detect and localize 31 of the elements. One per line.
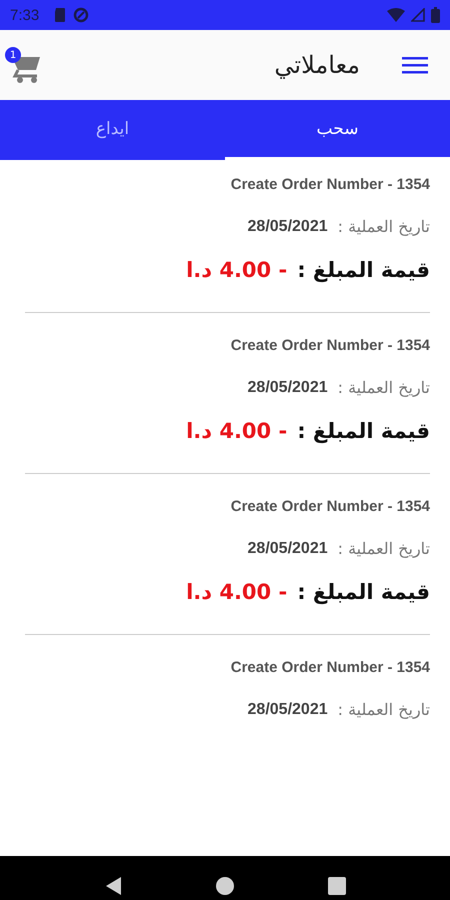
tab[interactable]: ايداع: [0, 100, 225, 160]
amount-value: - 4.00 د.ا: [186, 419, 288, 443]
cart-count-badge: 1: [5, 47, 21, 63]
date-label: تاريخ العملية :: [338, 378, 430, 397]
sd-card-icon: [53, 7, 68, 23]
date-value: 28/05/2021: [248, 540, 328, 558]
date-value: 28/05/2021: [248, 700, 328, 718]
battery-icon: [431, 7, 440, 23]
amount-label: قيمة المبلغ :: [297, 419, 430, 443]
home-icon[interactable]: [214, 875, 236, 897]
amount-label: قيمة المبلغ :: [297, 258, 430, 282]
amount-value: - 4.00 د.ا: [186, 580, 288, 604]
date-label: تاريخ العملية :: [338, 539, 430, 558]
sync-icon: [73, 7, 90, 23]
amount-label: قيمة المبلغ :: [297, 580, 430, 604]
order-title: Create Order Number - 1354: [230, 176, 430, 193]
menu-icon[interactable]: [402, 55, 428, 75]
order-title: Create Order Number - 1354: [230, 337, 430, 354]
signal-icon: [411, 8, 425, 22]
wifi-icon: [387, 8, 405, 22]
date-value: 28/05/2021: [248, 378, 328, 396]
tab[interactable]: سحب: [225, 100, 450, 160]
date-label: تاريخ العملية :: [338, 700, 430, 719]
date-value: 28/05/2021: [248, 218, 328, 236]
date-label: تاريخ العملية :: [338, 217, 430, 236]
status-time: 7:33: [10, 6, 40, 24]
amount-value: - 4.00 د.ا: [186, 258, 288, 282]
order-title: Create Order Number - 1354: [230, 659, 430, 676]
order-title: Create Order Number - 1354: [230, 498, 430, 515]
recents-icon[interactable]: [326, 875, 348, 897]
screen-title: معاملاتي: [273, 51, 360, 79]
